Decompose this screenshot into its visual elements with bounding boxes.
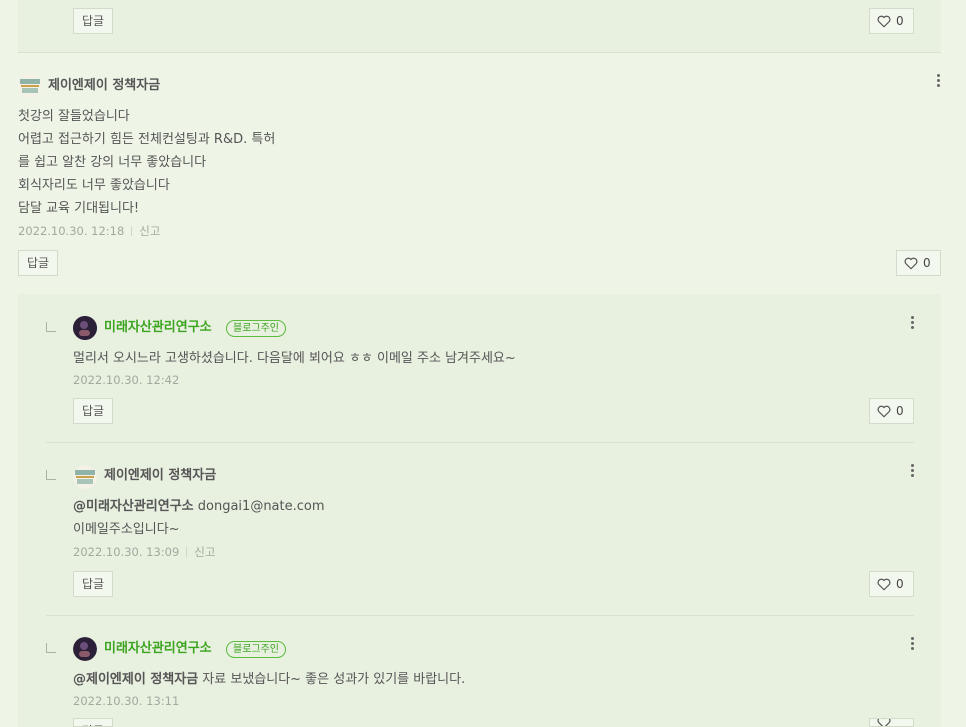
- reply-meta: 2022.10.30. 13:09 신고: [73, 544, 215, 560]
- mention-link[interactable]: @제이엔제이 정책자금: [73, 672, 198, 687]
- avatar-image: [73, 637, 97, 661]
- comment-text-line: 를 쉽고 알찬 강의 너무 좋았습니다: [18, 155, 207, 170]
- avatar-image: [73, 316, 97, 340]
- comment-text-line: 첫강의 잘들었습니다: [18, 109, 130, 124]
- comment-text-line: 어렵고 접근하기 힘든 전체컨설팅과 R&D. 특허: [18, 132, 276, 147]
- reply-indent-icon: [46, 643, 56, 653]
- comment-date: 2022.10.30. 12:18: [18, 224, 125, 238]
- comment-text-line: 회식자리도 너무 좋았습니다: [18, 178, 170, 193]
- like-count: 0: [923, 256, 931, 270]
- reply-button[interactable]: 답글: [73, 718, 114, 727]
- reply-text: @제이엔제이 정책자금 자료 보냈습니다~ 좋은 성과가 있기를 바랍니다.: [73, 668, 465, 691]
- like-count: 0: [896, 14, 904, 28]
- reply-date: 2022.10.30. 13:09: [73, 545, 180, 559]
- reply-button[interactable]: 답글: [18, 250, 59, 276]
- reply-author[interactable]: 미래자산관리연구소: [104, 319, 212, 337]
- like-count: 0: [896, 577, 904, 591]
- report-link[interactable]: 신고: [194, 545, 215, 559]
- heart-icon: [877, 405, 891, 417]
- avatar[interactable]: [73, 637, 97, 661]
- avatar-image: [18, 74, 42, 98]
- blog-owner-badge: 블로그주인: [226, 320, 286, 337]
- mention-link[interactable]: @미래자산관리연구소: [73, 499, 194, 514]
- like-button[interactable]: 0: [869, 398, 914, 424]
- more-vertical-icon[interactable]: [933, 72, 943, 88]
- heart-icon: [904, 257, 918, 269]
- reply-text-rest: 자료 보냈습니다~ 좋은 성과가 있기를 바랍니다.: [198, 672, 466, 687]
- reply-date: 2022.10.30. 12:42: [73, 373, 180, 387]
- reply-button[interactable]: 답글: [73, 398, 114, 424]
- comment-meta: 2022.10.30. 12:18 신고: [18, 223, 160, 239]
- comment-author[interactable]: 제이엔제이 정책자금: [48, 77, 160, 95]
- reply-date: 2022.10.30. 13:11: [73, 694, 180, 708]
- like-button[interactable]: 0: [896, 250, 941, 276]
- like-button[interactable]: 0: [869, 8, 914, 34]
- divider: [46, 442, 914, 443]
- reply-button[interactable]: 답글: [73, 571, 114, 597]
- reply-indent-icon: [46, 322, 56, 332]
- divider: [18, 52, 941, 53]
- avatar[interactable]: [73, 316, 97, 340]
- avatar-image: [73, 465, 97, 489]
- previous-comment-tail: 답글 0: [18, 0, 941, 52]
- reply-button-label: 답글: [82, 577, 105, 591]
- reply-button-label: 답글: [82, 14, 105, 28]
- comment-text-line: 담달 교육 기대됩니다!: [18, 201, 140, 216]
- heart-icon: [877, 578, 891, 590]
- heart-icon: [877, 719, 891, 726]
- reply-button[interactable]: 답글: [73, 8, 114, 34]
- report-link[interactable]: 신고: [139, 224, 160, 238]
- divider: [46, 615, 914, 616]
- more-vertical-icon[interactable]: [907, 462, 917, 478]
- comment-list: 답글 0 제이엔제이 정책자금 첫강의 잘들었습니다 어렵고 접근하기 힘든 전…: [0, 0, 966, 727]
- more-vertical-icon[interactable]: [907, 635, 917, 651]
- reply-author[interactable]: 미래자산관리연구소: [104, 640, 212, 658]
- reply-indent-icon: [46, 470, 56, 480]
- reply-text: 멀리서 오시느라 고생하셨습니다. 다음달에 뵈어요 ㅎㅎ 이메일 주소 남겨주…: [73, 351, 516, 366]
- reply-text-line: 이메일주소입니다~: [73, 522, 180, 537]
- like-button[interactable]: [869, 718, 914, 727]
- like-count: 0: [896, 404, 904, 418]
- reply-text: @미래자산관리연구소 dongai1@nate.com: [73, 495, 325, 518]
- more-vertical-icon[interactable]: [907, 314, 917, 330]
- reply-button-label: 답글: [27, 256, 50, 270]
- reply-button-label: 답글: [82, 404, 105, 418]
- like-button[interactable]: 0: [869, 571, 914, 597]
- reply-text-rest: dongai1@nate.com: [193, 499, 325, 514]
- heart-icon: [877, 15, 891, 27]
- avatar[interactable]: [18, 74, 42, 98]
- blog-owner-badge: 블로그주인: [226, 641, 286, 658]
- reply-author[interactable]: 제이엔제이 정책자금: [104, 467, 216, 485]
- avatar[interactable]: [73, 465, 97, 489]
